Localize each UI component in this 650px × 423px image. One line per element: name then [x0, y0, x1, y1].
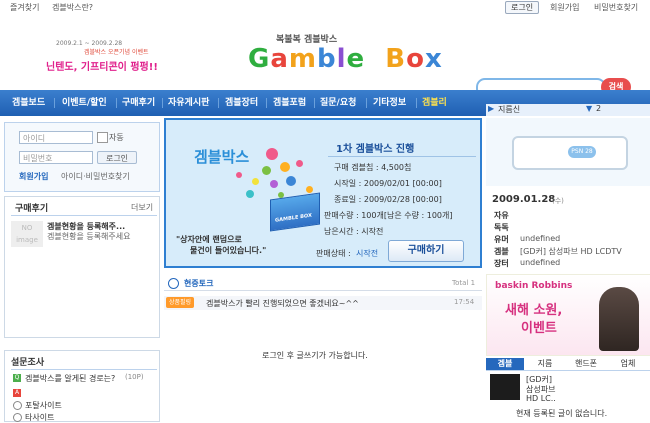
banner-status-label: 판매상태 : [316, 249, 351, 258]
row-label-humor[interactable]: 유머 [494, 234, 509, 245]
row-label-market[interactable]: 장터 [494, 258, 509, 269]
buy-button[interactable]: 구매하기 [388, 240, 464, 262]
banner-status-value: 시작전 [356, 249, 379, 258]
nav-item-etc[interactable]: 기타정보 [373, 90, 406, 116]
poll-box: 설문조사 Q 겜블박스를 알게된 경로는? (10P) A 포탈사이트 타사이트 [4, 350, 160, 422]
ticker-down-icon: ▼ [586, 104, 593, 113]
nav-item-events[interactable]: 이벤트/할인 [62, 90, 107, 116]
poll-option-radio[interactable] [13, 401, 22, 410]
tab-gamble[interactable]: 겜블 [486, 358, 524, 370]
tab-jireum[interactable]: 지름 [526, 358, 564, 370]
banner-brand: 겜블박스 [194, 148, 250, 166]
nav-item-market[interactable]: 겜블장터 [225, 90, 258, 116]
login-box: 아이디 자동 비밀번호 로그인 회원가입 아이디·비밀번호찾기 [4, 122, 160, 192]
nav-item-forum[interactable]: 겜블포럼 [273, 90, 306, 116]
poll-question: 겜블박스를 알게된 경로는? [25, 374, 116, 383]
nav-item-board[interactable]: 겜블보드 [12, 90, 45, 116]
poll-points: (10P) [125, 373, 144, 381]
signup-link[interactable]: 회원가입 [19, 171, 48, 182]
login-submit-button[interactable]: 로그인 [97, 151, 137, 164]
review-excerpt: 겜블현황을 등록해주세요 [47, 232, 131, 241]
ad-line-2: 이벤트 [521, 321, 557, 336]
talk-login-notice: 로그인 후 글쓰기가 가능합니다. [262, 351, 368, 360]
talk-message: 겜블박스가 빨리 진행되었으면 좋겠네요~^^ [206, 299, 359, 308]
question-icon: Q [13, 374, 21, 382]
banner-remaining-time: 남은시간 : 시작전 [324, 227, 384, 236]
product-thumbnail[interactable] [490, 374, 520, 400]
poll-title: 설문조사 [11, 358, 45, 368]
poll-option-radio[interactable] [13, 413, 22, 422]
row-label-free[interactable]: 자유 [494, 210, 509, 221]
no-image-placeholder: NO image [11, 221, 43, 247]
device-image: PSN 28 [512, 136, 628, 170]
nav-item-free-board[interactable]: 자유게시판 [168, 90, 209, 116]
favorites-link[interactable]: 즐겨찾기 [10, 2, 39, 13]
banner-round-title: 1차 겜블박스 진행 [336, 144, 415, 155]
row-label-gamble[interactable]: 겜블 [494, 246, 509, 257]
tab-phone[interactable]: 핸드폰 [566, 358, 606, 370]
event-banner[interactable]: 2009.2.1 ~ 2009.2.28 겜블박스 오픈기념 이벤트 닌텐도, … [46, 40, 194, 73]
ticker[interactable]: ▶ 지름신 ▼ 2 [486, 104, 650, 116]
talk-user-badge: 상품필링 [166, 297, 195, 308]
row-value-gamble[interactable]: [GD커] 삼성파브 HD LCDTV [520, 246, 622, 257]
answer-icon: A [13, 389, 21, 397]
ad-brand: baskin Robbins [495, 281, 573, 291]
login-button[interactable]: 로그인 [505, 1, 540, 14]
tab-company[interactable]: 업체 [608, 358, 648, 370]
nav-item-reviews[interactable]: 구매후기 [122, 90, 155, 116]
nav-item-gamblee[interactable]: 겜블리 [422, 90, 447, 116]
box-label: GAMBLE BOX [275, 212, 312, 224]
ticker-arrow-icon: ▶ [488, 104, 495, 113]
auto-login-checkbox[interactable] [97, 132, 108, 143]
ad-model-image [599, 287, 639, 351]
review-more-link[interactable]: 더보기 [131, 202, 153, 213]
talk-time: 17:54 [454, 298, 475, 306]
ad-line-1: 새해 소원, [505, 303, 563, 318]
banner-end-date: 종료일 : 2009/02/28 [00:00] [334, 195, 442, 204]
about-link[interactable]: 겜블박스란? [52, 2, 93, 13]
row-value-market[interactable]: undefined [520, 258, 560, 267]
find-account-link[interactable]: 아이디·비밀번호찾기 [61, 171, 130, 182]
banner-price: 구매 겜블칩 : 4,500칩 [334, 163, 412, 172]
ticker-value: 2 [596, 104, 602, 113]
id-input[interactable]: 아이디 [19, 131, 93, 144]
password-input[interactable]: 비밀번호 [19, 151, 93, 164]
talk-icon [168, 278, 179, 289]
banner-start-date: 시작일 : 2009/02/01 [00:00] [334, 179, 442, 188]
ticker-label: 지름신 [498, 105, 521, 114]
right-date: 2009.01.28 [492, 194, 556, 205]
site-logo[interactable]: Gamble Box [248, 44, 443, 74]
right-empty-notice: 현재 등록된 글이 없습니다. [516, 409, 608, 418]
find-password-link[interactable]: 비밀번호찾기 [594, 2, 638, 13]
row-label-dokdok[interactable]: 독독 [494, 222, 509, 233]
product-line-3: HD LC.. [526, 394, 556, 403]
poll-option-2[interactable]: 타사이트 [25, 412, 54, 423]
baskin-ad[interactable]: baskin Robbins 새해 소원, 이벤트 [486, 274, 650, 356]
device-label: PSN 28 [568, 146, 596, 158]
signup-link[interactable]: 회원가입 [550, 2, 579, 13]
row-value-humor[interactable]: undefined [520, 234, 560, 243]
right-column: PSN 28 2009.01.28 (수) 자유 독독 유머 undefined… [486, 116, 650, 420]
right-tabs: 겜블 지름 핸드폰 업체 [486, 358, 650, 371]
gamblebox-banner: 겜블박스 GAMBLE BOX "상자안에 랜덤으로 물건이 들어있습니다." … [164, 118, 482, 268]
talk-title: 현중토크 [184, 279, 214, 288]
review-box-title: 구매후기 [15, 204, 49, 214]
auto-login-label: 자동 [109, 133, 124, 142]
event-title: 닌텐도, 기프티콘이 펑펑!! [46, 62, 158, 73]
talk-section: 현중토크 Total 1 상품필링 겜블박스가 빨리 진행되었으면 좋겠네요~^… [164, 276, 482, 420]
purchase-review-box: 구매후기 더보기 NO image 겜블현황을 등록해주... 겜블현황을 등록… [4, 196, 160, 338]
gamble-box-image: GAMBLE BOX [270, 192, 320, 232]
device-promo[interactable]: PSN 28 [486, 118, 650, 186]
top-bar: 즐겨찾기 겜블박스란? 로그인 회원가입 비밀번호찾기 [0, 0, 650, 15]
talk-total: Total 1 [452, 279, 476, 287]
right-weekday: (수) [552, 197, 564, 205]
event-subtitle: 겜블박스 오픈기념 이벤트 [84, 49, 149, 56]
banner-quantity: 판매수량 : 100개[남은 수량 : 100개] [324, 211, 453, 220]
nav-item-qna[interactable]: 질문/요청 [320, 90, 356, 116]
banner-slogan-1: "상자안에 랜덤으로 [176, 235, 242, 244]
banner-slogan-2: 물건이 들어있습니다." [190, 246, 267, 255]
event-period: 2009.2.1 ~ 2009.2.28 [56, 40, 123, 47]
poll-option-1[interactable]: 포탈사이트 [25, 400, 62, 411]
